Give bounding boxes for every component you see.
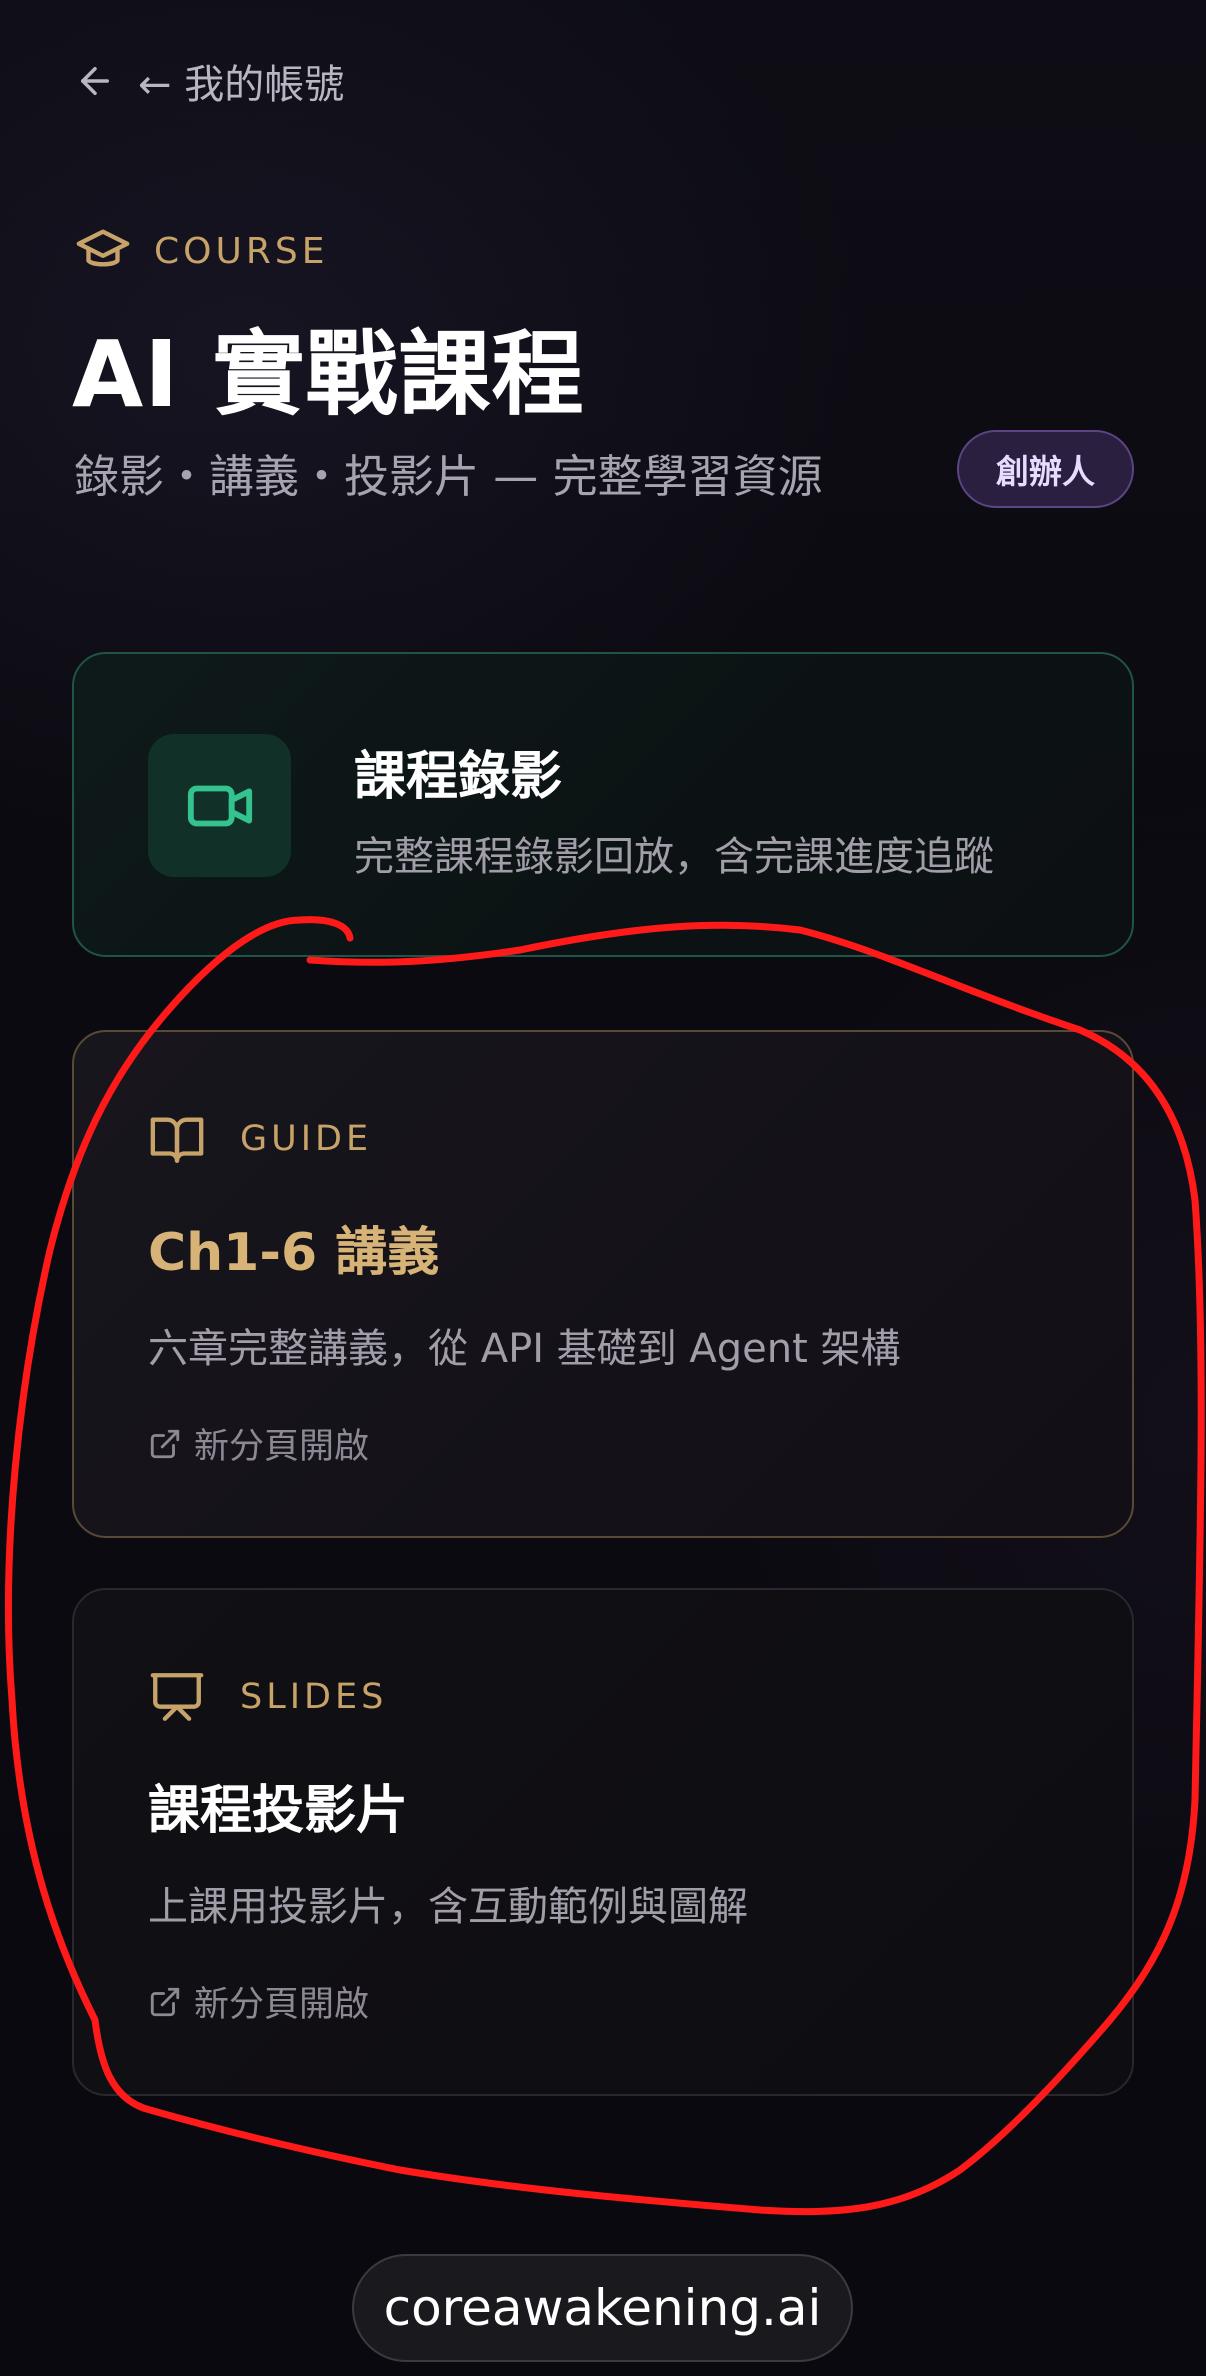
course-video-card[interactable]: 課程錄影 完整課程錄影回放，含完課進度追蹤 [72,652,1134,957]
presentation-icon [150,1673,204,1721]
slides-card-description: 上課用投影片，含互動範例與圖解 [148,1884,748,1930]
slides-kicker-label: SLIDES [240,1677,388,1717]
guide-open-new-tab-link[interactable]: 新分頁開啟 [148,1418,369,1469]
page-title: AI 實戰課程 [72,321,585,428]
video-camera-icon [187,785,252,826]
video-card-description: 完整課程錄影回放，含完課進度追蹤 [354,834,994,880]
guide-kicker: GUIDE [148,1110,372,1168]
url-bar[interactable]: coreawakening.ai [352,2254,853,2362]
eyebrow-label: COURSE [154,230,329,272]
slides-card[interactable]: SLIDES 課程投影片 上課用投影片，含互動範例與圖解 新分頁開啟 [72,1588,1134,2096]
guide-card[interactable]: GUIDE Ch1-6 講義 六章完整講義，從 API 基礎到 Agent 架構… [72,1030,1134,1538]
guide-card-title: Ch1-6 講義 [148,1223,440,1283]
guide-open-label: 新分頁開啟 [194,1427,370,1467]
course-eyebrow: COURSE [74,222,328,280]
external-link-icon [150,1987,180,2016]
page-subtitle: 錄影・講義・投影片 — 完整學習資源 [74,450,823,503]
guide-kicker-label: GUIDE [240,1119,373,1159]
guide-card-description: 六章完整講義，從 API 基礎到 Agent 架構 [148,1326,901,1372]
graduation-cap-icon [76,229,130,267]
slides-kicker: SLIDES [148,1668,387,1726]
slides-open-label: 新分頁開啟 [194,1985,370,2025]
arrow-left-icon [81,67,109,95]
back-button[interactable]: ← 我的帳號 [74,56,344,108]
video-card-title: 課程錄影 [354,747,563,807]
book-icon [150,1117,204,1163]
external-link-icon [150,1429,180,1458]
back-label: ← 我的帳號 [138,62,345,108]
role-badge: 創辦人 [957,430,1134,508]
video-icon-container [148,734,291,877]
slides-open-new-tab-link[interactable]: 新分頁開啟 [148,1976,369,2027]
slides-card-title: 課程投影片 [148,1781,409,1841]
